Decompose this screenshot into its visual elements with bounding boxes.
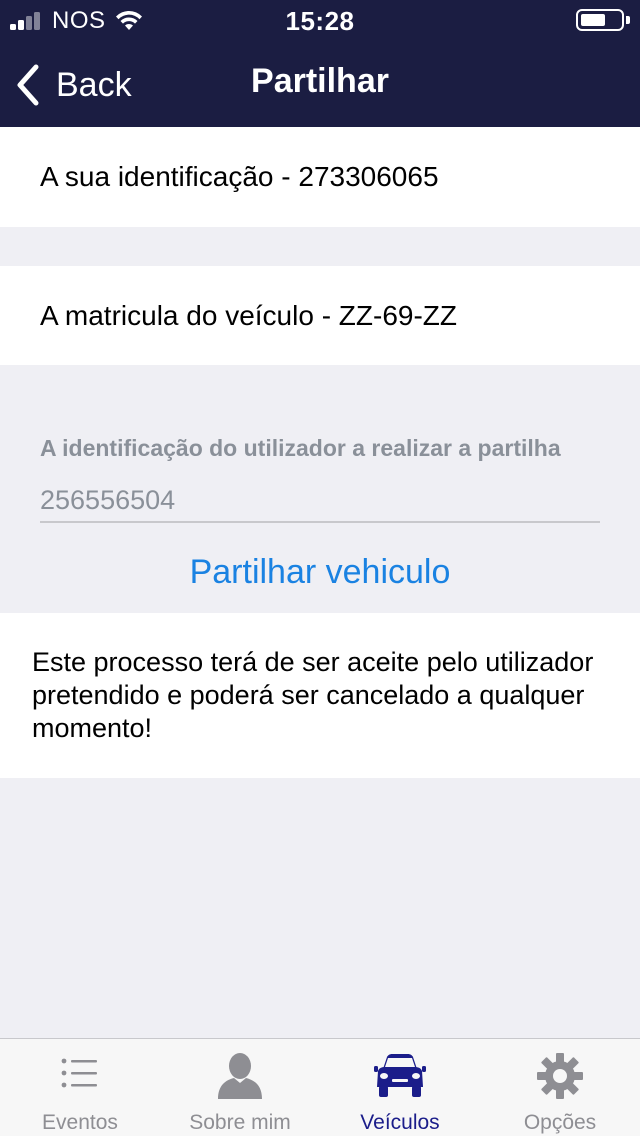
page-title: Partilhar [251,62,389,100]
vehicle-plate-text: A matricula do veículo - ZZ-69-ZZ [40,299,458,331]
share-form: A identificação do utilizador a realizar… [0,365,640,613]
person-icon [218,1053,262,1099]
user-id-field-label: A identificação do utilizador a realizar… [40,435,561,461]
navigation-bar: Back Partilhar [0,40,640,127]
car-icon [374,1054,426,1097]
status-time: 15:28 [285,6,355,36]
tab-label-veiculos: Veículos [360,1111,440,1134]
notice-text: Este processo terá de ser aceite pelo ut… [32,647,594,743]
vehicle-plate-cell: A matricula do veículo - ZZ-69-ZZ [0,266,640,365]
tab-sobre-mim[interactable]: Sobre mim [160,1039,320,1136]
share-vehicle-button[interactable]: Partilhar vehiculo [0,553,640,592]
identification-cell: A sua identificação - 273306065 [0,127,640,227]
tab-bar: Eventos Sobre mim Veículos Opções [0,1038,640,1136]
user-id-input[interactable] [40,479,600,523]
battery-tip [626,16,630,24]
status-bar: NOS 15:28 [0,0,640,40]
notice-cell: Este processo terá de ser aceite pelo ut… [0,613,640,778]
battery-icon [576,9,624,31]
gear-icon [537,1053,583,1099]
tab-opcoes[interactable]: Opções [480,1039,640,1136]
tab-label-eventos: Eventos [42,1111,118,1134]
list-icon [61,1058,97,1088]
tab-veiculos[interactable]: Veículos [320,1039,480,1136]
identification-text: A sua identificação - 273306065 [40,161,439,192]
tab-label-sobre-mim: Sobre mim [189,1111,291,1134]
tab-eventos[interactable]: Eventos [0,1039,160,1136]
tab-label-opcoes: Opções [523,1111,597,1134]
header: NOS 15:28 Back Partilhar [0,0,640,127]
